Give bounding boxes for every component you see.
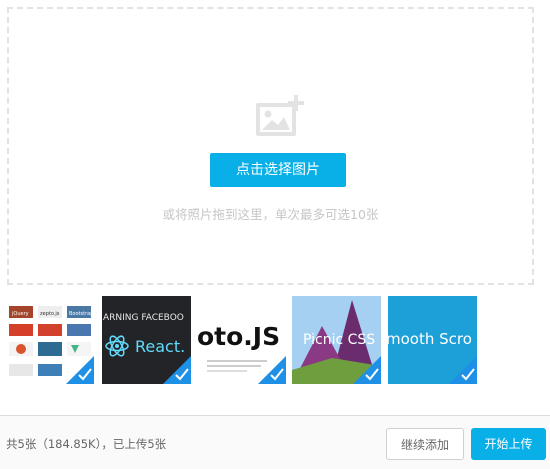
thumb-picnic[interactable]: Picnic CSS: [292, 296, 381, 384]
thumb-text-main: Picnic CSS: [303, 332, 375, 348]
tile-label: zepto.js: [40, 311, 60, 317]
upload-status: 共5张（184.85K），已上传5张: [6, 437, 167, 451]
checkmark-icon: [66, 356, 94, 384]
select-image-button[interactable]: 点击选择图片: [210, 153, 346, 187]
continue-add-button[interactable]: 继续添加: [386, 428, 464, 460]
checkmark-icon: [449, 356, 477, 384]
add-image-icon: [256, 95, 304, 136]
checkmark-icon: [163, 356, 191, 384]
thumb-text-main: React.: [135, 337, 185, 356]
tile-label: jQuery: [11, 311, 29, 317]
status-bar: 共5张（184.85K），已上传5张 继续添加 开始上传: [0, 415, 550, 469]
start-upload-button[interactable]: 开始上传: [471, 428, 546, 460]
thumb-smooth[interactable]: mooth Scro: [388, 296, 477, 384]
thumb-text-main: mooth Scro: [388, 330, 472, 348]
tile-label: Bootstrap: [69, 311, 93, 317]
drop-zone[interactable]: 点击选择图片 或将照片拖到这里，单次最多可选10张: [7, 7, 534, 285]
drop-hint: 或将照片拖到这里，单次最多可选10张: [162, 207, 379, 222]
thumb-text-main: oto.JS: [197, 322, 280, 351]
thumb-proto[interactable]: oto.JS: [197, 296, 286, 384]
thumb-text-top: ARNING FACEBOO: [103, 313, 184, 323]
thumb-collage[interactable]: jQuery zepto.js Bootstrap: [5, 296, 94, 384]
checkmark-icon: [353, 356, 381, 384]
checkmark-icon: [258, 356, 286, 384]
thumb-react[interactable]: ARNING FACEBOO React.: [102, 296, 191, 384]
